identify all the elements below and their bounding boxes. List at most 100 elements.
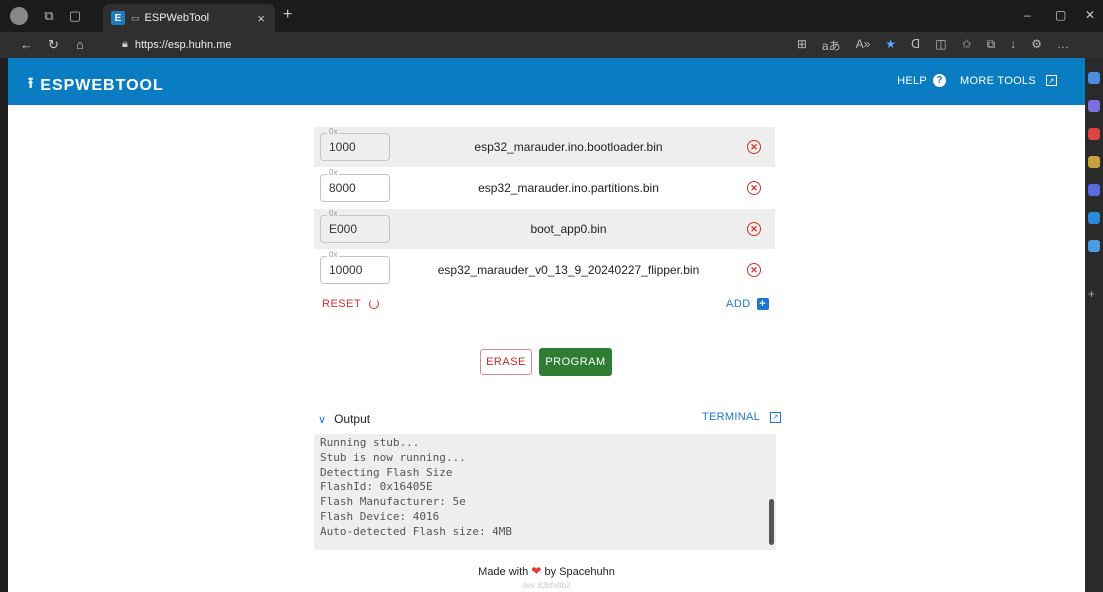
- file-name[interactable]: esp32_marauder.ino.partitions.bin: [390, 181, 747, 195]
- terminal-link[interactable]: TERMINAL ↗: [702, 411, 782, 423]
- file-list: 0x 1000 esp32_marauder.ino.bootloader.bi…: [314, 127, 775, 291]
- program-button[interactable]: PROGRAM: [539, 348, 612, 376]
- remove-file-icon[interactable]: ✕: [747, 222, 761, 236]
- reset-label: RESET: [322, 298, 362, 310]
- add-sidebar-icon[interactable]: +: [1088, 288, 1100, 300]
- close-tab-icon[interactable]: ×: [257, 11, 265, 26]
- tab-muted-icon: ▭: [131, 12, 140, 23]
- tab-title: ESPWebTool: [144, 12, 210, 24]
- browser-toolbar: ⊞ aあ A» ★ ᗡ ◫ ✩ ⧉ ↓ ⚙ …: [797, 37, 1069, 54]
- chevron-down-icon: ∨: [318, 413, 327, 426]
- back-icon[interactable]: ←: [20, 37, 33, 52]
- file-row: 0x E000 boot_app0.bin ✕: [314, 209, 775, 249]
- help-icon[interactable]: ?: [933, 74, 947, 87]
- shopping-sidebar-icon[interactable]: [1088, 128, 1100, 140]
- upload-arrow-icon: ⭱: [28, 75, 35, 92]
- minimize-window-icon[interactable]: –: [1024, 8, 1031, 22]
- help-link[interactable]: HELP: [897, 75, 927, 87]
- browser-tab-espwebtool[interactable]: E ▭ ESPWebTool ×: [103, 4, 275, 32]
- console-line: Flash Manufacturer: 5e: [320, 495, 466, 509]
- offset-prefix: 0x: [327, 168, 340, 177]
- offset-value: 1000: [329, 140, 356, 154]
- outlook-sidebar-icon[interactable]: [1088, 212, 1100, 224]
- translate-icon[interactable]: aあ: [822, 37, 841, 54]
- add-icon: +: [756, 298, 769, 310]
- downloads-icon[interactable]: ↓: [1010, 37, 1016, 54]
- games-sidebar-icon[interactable]: [1088, 156, 1100, 168]
- add-file-button[interactable]: ADD +: [726, 298, 769, 310]
- browser-tab-bar: ⧉ ▢ E ▭ ESPWebTool × + – ▢ ✕: [0, 0, 1103, 32]
- split-screen-icon[interactable]: ◫: [935, 37, 946, 54]
- offset-input[interactable]: 0x 1000: [320, 127, 390, 161]
- console-line: Detecting Flash Size: [320, 465, 453, 479]
- url-field[interactable]: 🔒︎ https://esp.huhn.me: [122, 38, 231, 51]
- external-link-icon[interactable]: ↗: [1046, 75, 1057, 86]
- read-aloud-icon[interactable]: A»: [856, 37, 871, 54]
- copilot-sidebar-icon[interactable]: [1088, 100, 1100, 112]
- espwebtool-favicon-icon: E: [111, 11, 125, 25]
- tab-actions-icon[interactable]: ▢: [66, 7, 84, 25]
- heart-icon: ❤: [531, 564, 542, 578]
- more-tools-link[interactable]: MORE TOOLS: [960, 75, 1036, 87]
- reset-button[interactable]: RESET: [322, 298, 380, 310]
- offset-input[interactable]: 0x 8000: [320, 168, 390, 202]
- app-header: ⭱ ESPWEBTOOL HELP ? MORE TOOLS ↗: [8, 58, 1085, 105]
- more-options-icon[interactable]: …: [1057, 37, 1069, 54]
- favorite-star-icon[interactable]: ★: [885, 37, 896, 54]
- offset-input[interactable]: 0x 10000: [320, 250, 390, 284]
- console-line: FlashId: 0x16405E: [320, 480, 433, 494]
- offset-prefix: 0x: [327, 127, 340, 136]
- offset-value: 10000: [329, 263, 363, 277]
- url-text: https://esp.huhn.me: [134, 38, 232, 51]
- external-link-icon: ↗: [770, 411, 782, 423]
- profile-avatar[interactable]: [10, 7, 28, 25]
- remove-file-icon[interactable]: ✕: [747, 181, 761, 195]
- output-title: Output: [334, 412, 371, 426]
- output-console[interactable]: Running stub... Stub is now running... D…: [314, 434, 776, 550]
- console-line: Running stub...: [320, 436, 420, 449]
- version-text: dev 83bfa9b2: [522, 581, 571, 590]
- terminal-label: TERMINAL: [702, 411, 761, 423]
- file-row: 0x 1000 esp32_marauder.ino.bootloader.bi…: [314, 127, 775, 167]
- file-row: 0x 10000 esp32_marauder_v0_13_9_20240227…: [314, 250, 775, 290]
- console-scrollbar[interactable]: [769, 499, 774, 545]
- tools-sidebar-icon[interactable]: [1088, 184, 1100, 196]
- new-tab-icon[interactable]: +: [283, 6, 292, 24]
- remove-file-icon[interactable]: ✕: [747, 140, 761, 154]
- brand-logo[interactable]: ⭱ ESPWEBTOOL: [28, 73, 164, 98]
- copilot-icon[interactable]: ᗡ: [911, 37, 920, 54]
- console-line: Auto-detected Flash size: 4MB: [320, 524, 513, 538]
- footer: Made with ❤ by Spacehuhn: [8, 564, 1085, 578]
- offset-value: 8000: [329, 181, 356, 195]
- offset-input[interactable]: 0x E000: [320, 209, 390, 243]
- remove-file-icon[interactable]: ✕: [747, 263, 761, 277]
- offset-prefix: 0x: [327, 209, 340, 218]
- home-icon[interactable]: ⌂: [76, 37, 84, 52]
- grid-icon[interactable]: ⊞: [797, 37, 807, 54]
- browser-sidebar: +: [1085, 58, 1103, 592]
- collections-icon[interactable]: ⧉: [987, 37, 996, 54]
- search-sidebar-icon[interactable]: [1088, 72, 1100, 84]
- erase-button[interactable]: ERASE: [480, 349, 532, 375]
- workspaces-icon[interactable]: ⧉: [40, 7, 58, 25]
- extensions-icon[interactable]: ⚙: [1031, 37, 1042, 54]
- output-toggle[interactable]: ∨ Output: [318, 412, 370, 426]
- favorites-icon[interactable]: ✩: [962, 37, 972, 54]
- maximize-window-icon[interactable]: ▢: [1055, 8, 1066, 22]
- file-name[interactable]: esp32_marauder.ino.bootloader.bin: [390, 140, 747, 154]
- file-name[interactable]: esp32_marauder_v0_13_9_20240227_flipper.…: [390, 263, 747, 277]
- lock-icon: 🔒︎: [122, 38, 128, 50]
- offset-prefix: 0x: [327, 250, 340, 259]
- add-label: ADD: [726, 298, 751, 310]
- web-page: ⭱ ESPWEBTOOL HELP ? MORE TOOLS ↗ 0x 1000…: [8, 58, 1085, 592]
- console-line: Flash Device: 4016: [320, 509, 440, 523]
- header-links: HELP ? MORE TOOLS ↗: [897, 74, 1057, 87]
- close-window-icon[interactable]: ✕: [1085, 8, 1095, 22]
- footer-author[interactable]: by Spacehuhn: [544, 566, 614, 578]
- refresh-icon[interactable]: ↻: [48, 37, 59, 53]
- reset-icon: [369, 299, 380, 309]
- drop-sidebar-icon[interactable]: [1088, 240, 1100, 252]
- file-name[interactable]: boot_app0.bin: [390, 222, 747, 236]
- file-row: 0x 8000 esp32_marauder.ino.partitions.bi…: [314, 168, 775, 208]
- offset-value: E000: [329, 222, 358, 236]
